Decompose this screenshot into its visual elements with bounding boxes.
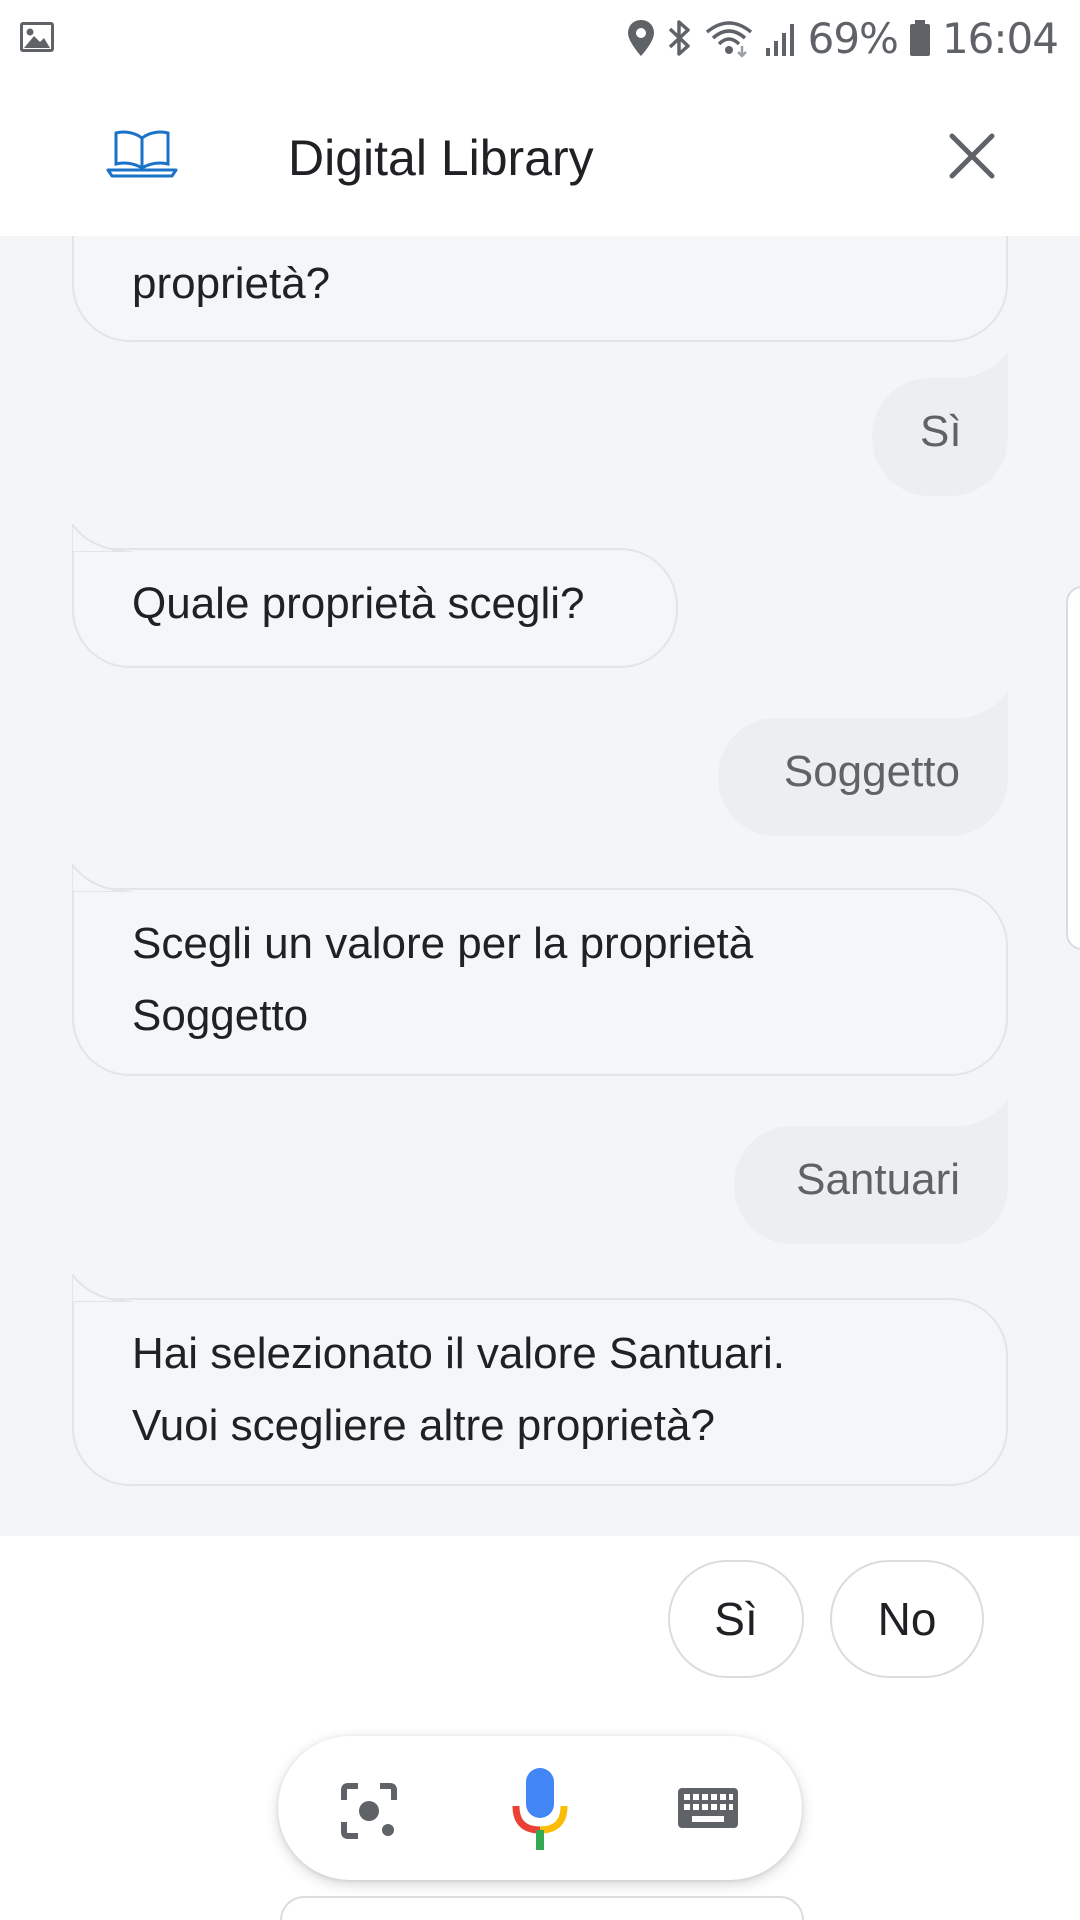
user-message: Sì <box>872 352 1008 496</box>
message-line: Vuoi scegliere altre proprietà? <box>132 1401 715 1450</box>
bubble-tail <box>72 1274 132 1302</box>
user-message: Santuari <box>734 1100 1008 1244</box>
bubble-tail <box>72 524 132 552</box>
bubble-tail <box>948 692 1008 720</box>
assistant-message: proprietà? <box>72 236 1008 342</box>
message-text: Soggetto <box>783 747 960 796</box>
message-line: Soggetto <box>132 991 309 1040</box>
message-text: Quale proprietà scegli? <box>132 579 585 628</box>
bluetooth-icon <box>666 18 694 58</box>
bubble-tail <box>948 1100 1008 1128</box>
status-bar: 69% 16:04 <box>0 0 1080 76</box>
message-text: proprietà? <box>132 259 331 308</box>
scroll-handle[interactable] <box>1066 586 1080 950</box>
book-laptop-icon <box>106 128 178 183</box>
message-line: Scegli un valore per la proprietà <box>132 919 754 968</box>
app-title: Digital Library <box>288 130 594 186</box>
signal-icon <box>764 18 798 58</box>
app-header: Digital Library <box>0 76 1080 236</box>
conversation-area: proprietà? Sì Quale proprietà scegli? So… <box>0 236 1080 1536</box>
suggestion-chip-no[interactable]: No <box>830 1560 984 1678</box>
mic-icon[interactable] <box>510 1766 570 1859</box>
close-icon <box>949 133 995 179</box>
input-bar <box>278 1736 802 1880</box>
message-text: Sì <box>920 407 962 456</box>
suggestion-chip-si[interactable]: Sì <box>668 1560 804 1678</box>
assistant-message: Quale proprietà scegli? <box>72 524 678 668</box>
location-icon <box>626 18 656 58</box>
bubble-tail <box>948 352 1008 380</box>
user-message: Soggetto <box>718 692 1008 836</box>
clock: 16:04 <box>941 13 1059 63</box>
suggestion-chips: Sì No <box>668 1560 984 1678</box>
wifi-icon <box>704 18 754 58</box>
assistant-message: Scegli un valore per la proprietà Sogget… <box>72 864 1008 1076</box>
message-text: Santuari <box>796 1155 960 1204</box>
battery-percent: 69% <box>807 13 899 63</box>
bubble-tail <box>72 864 132 892</box>
message-line: Hai selezionato il valore Santuari. <box>132 1329 786 1378</box>
assistant-message: Hai selezionato il valore Santuari. Vuoi… <box>72 1274 1008 1486</box>
gallery-icon <box>18 18 56 56</box>
keyboard-icon[interactable] <box>676 1786 740 1835</box>
bottom-sheet-edge <box>280 1896 804 1920</box>
lens-icon[interactable] <box>338 1780 400 1847</box>
assistant-screen: 69% 16:04 Digital Library proprietà? Sì … <box>0 0 1080 1920</box>
battery-icon <box>908 18 932 58</box>
close-button[interactable] <box>946 130 998 182</box>
